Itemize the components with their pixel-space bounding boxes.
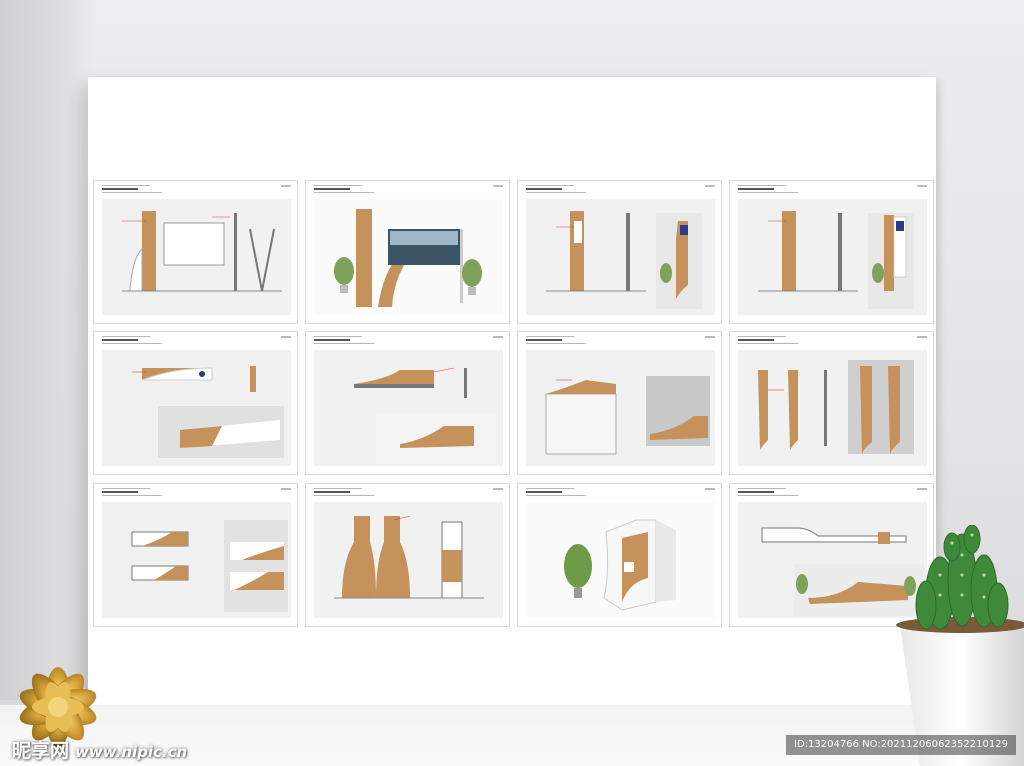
board-panel-render-pylon — [517, 483, 722, 627]
watermark-url: www.nipic.cn — [75, 743, 188, 761]
panel-header — [526, 488, 586, 498]
panel-drawing — [314, 199, 503, 315]
panel-page-number — [493, 336, 503, 338]
panel-header — [738, 185, 798, 195]
panel-page-number — [281, 336, 291, 338]
panel-header — [526, 336, 586, 346]
board-panel-elevation-bottle-pylon — [305, 483, 510, 627]
watermark: 昵享网 www.nipic.cn — [12, 736, 187, 763]
panel-page-number — [281, 488, 291, 490]
board-panel-elevation-parking-sign-b — [729, 180, 934, 324]
panel-page-number — [493, 488, 503, 490]
image-id-bar: ID:13204766 NO:20211206062352210129 — [786, 735, 1016, 755]
watermark-brand: 昵享网 — [12, 740, 70, 762]
potted-cactus — [896, 525, 1024, 766]
panel-header — [738, 488, 798, 498]
panel-drawing — [102, 502, 291, 618]
panel-drawing — [738, 199, 927, 315]
board-panel-elevation-reception-desk — [517, 331, 722, 475]
board-panel-elevation-parking-sign — [517, 180, 722, 324]
panel-page-number — [281, 185, 291, 187]
panel-drawing — [526, 502, 715, 618]
board-panel-elevation-hanging-sign — [93, 331, 298, 475]
board-panel-elevation-door-plate — [93, 483, 298, 627]
panel-header — [102, 488, 162, 498]
panel-page-number — [705, 488, 715, 490]
panel-header — [314, 185, 374, 195]
panel-drawing — [526, 199, 715, 315]
panel-page-number — [917, 336, 927, 338]
wall-shadow — [0, 0, 95, 700]
panel-page-number — [917, 185, 927, 187]
panel-header — [102, 185, 162, 195]
panel-page-number — [705, 336, 715, 338]
panel-page-number — [917, 488, 927, 490]
presentation-board — [88, 77, 936, 709]
panel-drawing — [102, 199, 291, 315]
panel-header — [102, 336, 162, 346]
board-panel-elevation-frame-sign — [93, 180, 298, 324]
panel-header — [314, 488, 374, 498]
panel-header — [738, 336, 798, 346]
panel-drawing — [526, 350, 715, 466]
panel-page-number — [493, 185, 503, 187]
panel-header — [526, 185, 586, 195]
board-panel-elevation-restroom-sign — [729, 331, 934, 475]
panel-drawing — [102, 350, 291, 466]
board-panel-elevation-wall-sign — [305, 331, 510, 475]
panel-header — [314, 336, 374, 346]
panel-page-number — [705, 185, 715, 187]
panel-drawing — [314, 350, 503, 466]
board-panel-render-screen-sign — [305, 180, 510, 324]
panel-drawing — [314, 502, 503, 618]
panel-drawing — [738, 350, 927, 466]
